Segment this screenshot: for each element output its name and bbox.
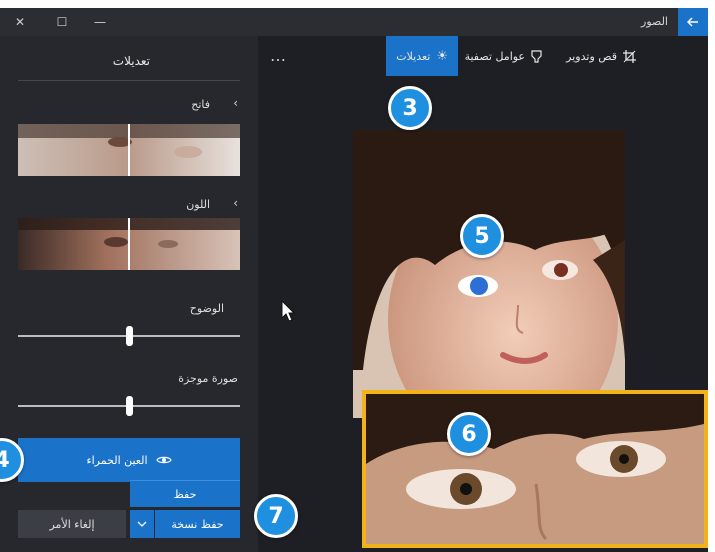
crop-icon — [623, 49, 636, 63]
child-photo — [353, 130, 625, 418]
red-eye-label: العين الحمراء — [86, 453, 148, 467]
callout-5-number: 5 — [474, 223, 490, 249]
callout-5: 5 — [460, 214, 504, 258]
back-button[interactable] — [678, 8, 708, 36]
save-options-dropdown[interactable] — [130, 510, 154, 538]
filters-label: عوامل تصفية — [464, 49, 525, 63]
edit-toolbar: قص وتدوير عوامل تصفية تعديلات ☀ — [258, 36, 708, 76]
vignette-slider[interactable] — [18, 396, 240, 416]
zoomed-eye-inset — [362, 390, 708, 548]
callout-3: 3 — [388, 86, 432, 130]
minimize-icon: — — [94, 15, 106, 29]
adjustments-label: تعديلات — [396, 49, 431, 63]
app-title: الصور — [641, 15, 668, 28]
filters-tab[interactable]: عوامل تصفية — [465, 36, 542, 76]
clarity-slider-thumb[interactable] — [126, 326, 133, 346]
adjustments-tab[interactable]: تعديلات ☀ — [386, 36, 458, 76]
zoomed-eye-photo — [366, 394, 704, 544]
red-eye-button[interactable]: العين الحمراء — [18, 438, 240, 482]
eye-icon — [155, 456, 172, 464]
light-chevron-icon[interactable]: ‹ — [233, 96, 238, 110]
filter-icon — [531, 49, 542, 63]
light-preview-split-line — [128, 124, 130, 176]
photo-canvas[interactable] — [353, 130, 625, 418]
close-button[interactable]: ✕ — [0, 11, 40, 33]
cancel-button[interactable]: إلغاء الأمر — [18, 510, 126, 538]
color-chevron-icon[interactable]: ‹ — [233, 196, 238, 210]
close-icon: ✕ — [14, 15, 26, 29]
callout-7: 7 — [254, 494, 298, 538]
crop-rotate-tab[interactable]: قص وتدوير — [566, 36, 636, 76]
app-root: ✕ ☐ — الصور قص وتدوير عوامل تصفية تعديلا… — [0, 0, 715, 552]
color-preview-split-line — [128, 218, 130, 270]
save-copy-button[interactable]: حفظ نسخة — [155, 510, 240, 538]
clarity-label: الوضوح — [189, 302, 224, 315]
light-preview-strip[interactable] — [18, 124, 240, 176]
save-button[interactable]: حفظ — [130, 480, 240, 507]
callout-6-number: 6 — [461, 421, 477, 447]
color-preview-strip[interactable] — [18, 218, 240, 270]
maximize-icon: ☐ — [56, 15, 68, 29]
clarity-slider[interactable] — [18, 326, 240, 346]
maximize-button[interactable]: ☐ — [42, 11, 82, 33]
sun-icon: ☀ — [436, 48, 448, 64]
callout-4-number: 4 — [0, 447, 10, 473]
title-bar: ✕ ☐ — الصور — [0, 8, 708, 36]
light-label: فاتح — [191, 98, 210, 111]
callout-3-number: 3 — [402, 95, 418, 121]
callout-7-number: 7 — [268, 503, 284, 529]
panel-divider — [18, 80, 240, 81]
more-options-icon[interactable]: … — [270, 46, 287, 65]
callout-6: 6 — [447, 412, 491, 456]
color-label: اللون — [186, 198, 210, 211]
vignette-slider-thumb[interactable] — [126, 396, 133, 416]
minimize-button[interactable]: — — [80, 11, 120, 33]
crop-rotate-label: قص وتدوير — [566, 49, 617, 63]
mouse-pointer-icon — [281, 300, 295, 322]
panel-title: تعديلات — [112, 54, 150, 68]
arrow-left-icon — [687, 17, 698, 27]
vignette-label: صورة موجزة — [178, 372, 238, 385]
chevron-down-icon — [137, 521, 147, 527]
